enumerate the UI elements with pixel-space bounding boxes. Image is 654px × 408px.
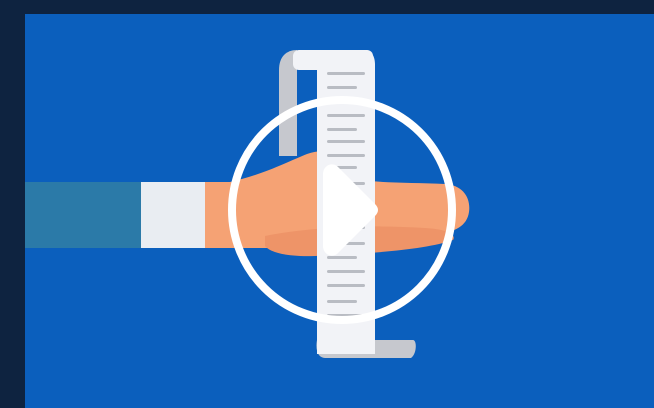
video-frame: paused — [0, 0, 654, 408]
receipt-line — [327, 284, 365, 287]
receipt-line — [327, 256, 357, 259]
receipt-line — [327, 270, 365, 273]
sleeve — [25, 182, 145, 248]
receipt-line — [327, 300, 357, 303]
receipt-line — [327, 154, 365, 157]
video-thumbnail — [25, 14, 654, 408]
receipt-line — [327, 72, 365, 75]
shirt-cuff — [141, 182, 207, 248]
receipt-line — [327, 128, 357, 131]
video-player[interactable]: paused — [25, 14, 654, 408]
receipt-line — [327, 86, 357, 89]
receipt-line — [327, 140, 365, 143]
receipt-line — [327, 114, 365, 117]
